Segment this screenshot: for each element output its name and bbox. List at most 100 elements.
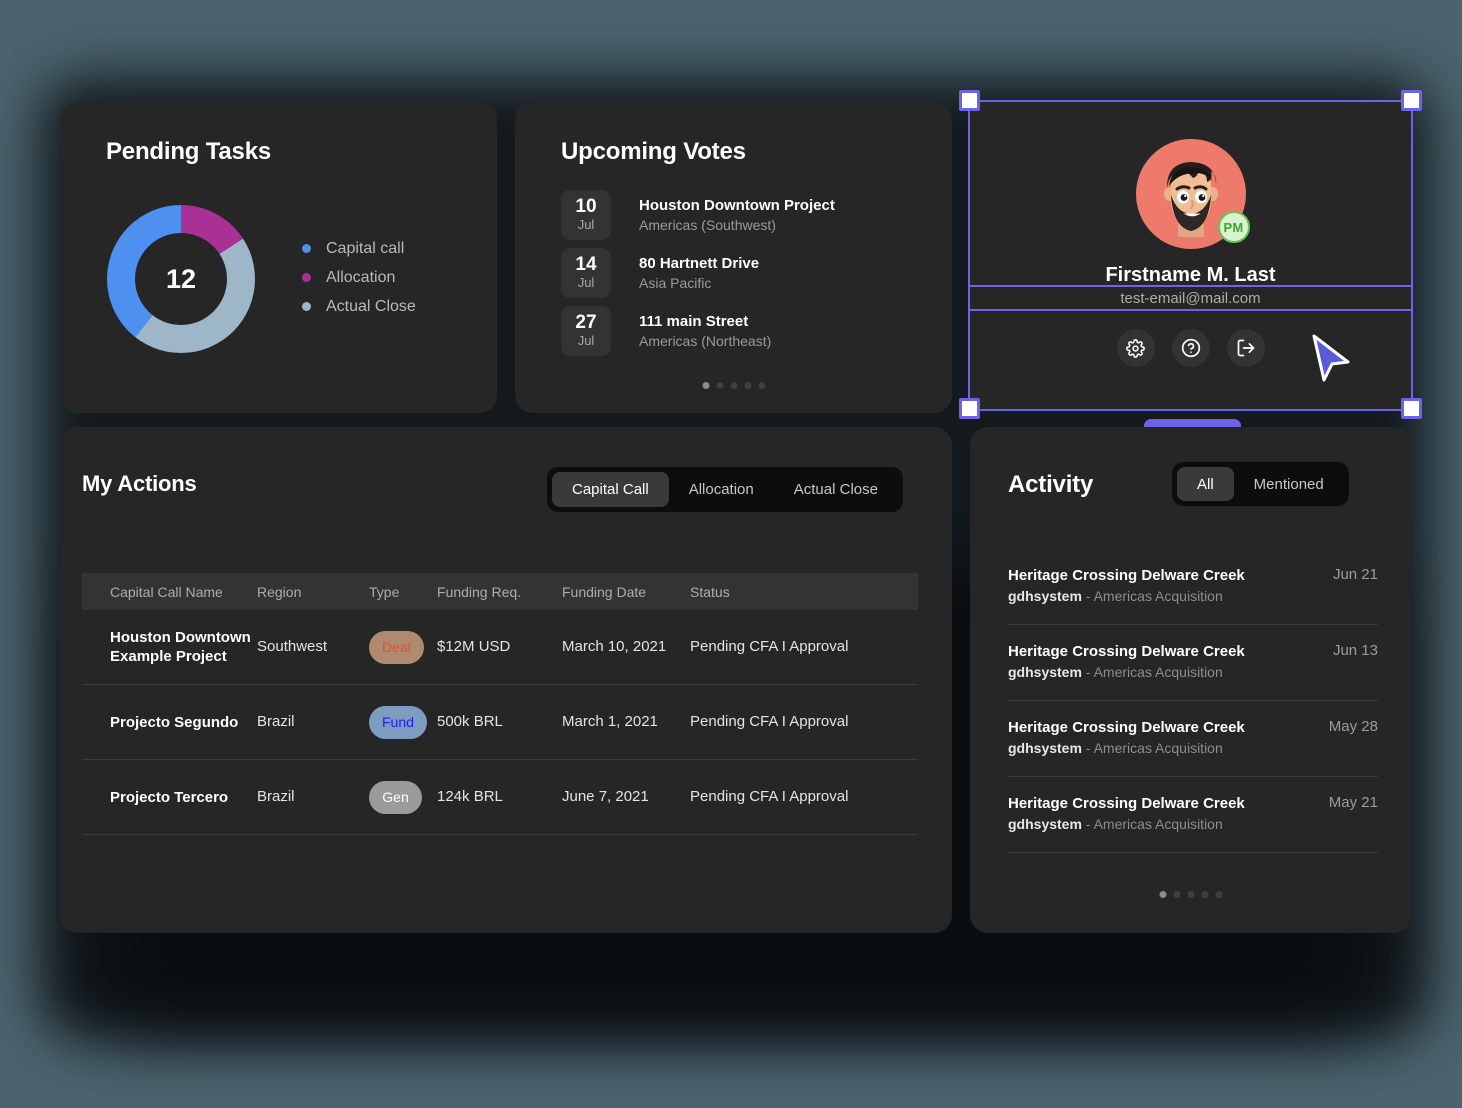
settings-button[interactable] (1117, 329, 1155, 367)
column-header: Capital Call Name (82, 584, 257, 600)
table-row[interactable]: Houston Downtown Example ProjectSouthwes… (82, 610, 918, 685)
activity-item-context: Americas Acquisition (1094, 816, 1223, 832)
vote-day: 27 (575, 313, 596, 333)
vote-subtitle: Asia Pacific (639, 274, 759, 293)
column-header: Type (369, 584, 437, 600)
pending-tasks-donut-chart: 12 (107, 205, 255, 353)
donut-center: 12 (135, 233, 227, 325)
upcoming-votes-list: 10Jul Houston Downtown ProjectAmericas (S… (561, 186, 911, 360)
selection-handle-bottom-left[interactable] (959, 398, 980, 419)
activity-item-date: May 28 (1329, 717, 1378, 735)
pager-dot[interactable] (1159, 891, 1166, 898)
my-actions-title: My Actions (82, 471, 197, 497)
activity-item-actor: gdhsystem (1008, 664, 1082, 680)
activity-text: Heritage Crossing Delware Creekgdhsystem… (1008, 793, 1245, 834)
vote-list-item[interactable]: 27Jul111 main StreetAmericas (Northeast) (561, 302, 911, 360)
column-header: Region (257, 584, 369, 600)
table-header-row: Capital Call NameRegionTypeFunding Req.F… (82, 573, 918, 610)
pager-dot[interactable] (758, 382, 765, 389)
column-header: Status (690, 584, 890, 600)
activity-item-actor: gdhsystem (1008, 740, 1082, 756)
cell-type-badge: Gen (369, 781, 422, 814)
pending-tasks-card: Pending Tasks 12 Capital call Allocation A… (60, 102, 497, 413)
legend-item: Actual Close (302, 292, 416, 321)
activity-item-date: May 21 (1329, 793, 1378, 811)
activity-item-date: Jun 21 (1333, 565, 1378, 583)
pager-dot[interactable] (702, 382, 709, 389)
activity-list: Heritage Crossing Delware Creekgdhsystem… (1008, 549, 1378, 853)
vote-text: Houston Downtown ProjectAmericas (Southw… (639, 196, 835, 235)
cell-funding-req: 500k BRL (437, 713, 503, 730)
cell-region: Brazil (257, 788, 295, 805)
legend-color-dot (302, 244, 311, 253)
activity-list-item[interactable]: Heritage Crossing Delware Creekgdhsystem… (1008, 625, 1378, 701)
cell-type-badge: Fund (369, 706, 427, 739)
cell-status: Pending CFA I Approval (690, 788, 848, 805)
pager-dot[interactable] (744, 382, 751, 389)
activity-text: Heritage Crossing Delware Creekgdhsystem… (1008, 565, 1245, 606)
pager-dot[interactable] (716, 382, 723, 389)
table-row[interactable]: Projecto SegundoBrazilFund500k BRLMarch … (82, 685, 918, 760)
pager-dot[interactable] (1215, 891, 1222, 898)
pager-dot[interactable] (1173, 891, 1180, 898)
legend-item: Allocation (302, 263, 416, 292)
cell-type-badge: Deal (369, 631, 424, 664)
pager-dot[interactable] (730, 382, 737, 389)
cell-funding-date: June 7, 2021 (562, 788, 649, 805)
activity-text: Heritage Crossing Delware Creekgdhsystem… (1008, 641, 1245, 682)
my-actions-card: My Actions Capital CallAllocationActual … (60, 427, 952, 933)
activity-list-item[interactable]: Heritage Crossing Delware Creekgdhsystem… (1008, 549, 1378, 625)
vote-list-item[interactable]: 14Jul80 Hartnett DriveAsia Pacific (561, 244, 911, 302)
vote-title: 80 Hartnett Drive (639, 254, 759, 274)
cell-funding-req: $12M USD (437, 638, 510, 655)
activity-tab-all[interactable]: All (1177, 467, 1234, 501)
vote-subtitle: Americas (Northeast) (639, 332, 771, 351)
pager-dot[interactable] (1187, 891, 1194, 898)
cell-capital-call-name: Projecto Segundo (110, 714, 238, 731)
cell-status: Pending CFA I Approval (690, 638, 848, 655)
logout-button[interactable] (1227, 329, 1265, 367)
legend-label: Allocation (326, 269, 395, 287)
selection-handle-bottom-right[interactable] (1401, 398, 1422, 419)
activity-tab-group: AllMentioned (1172, 462, 1349, 506)
column-header: Funding Req. (437, 584, 562, 600)
help-button[interactable] (1172, 329, 1210, 367)
activity-item-title: Heritage Crossing Delware Creek (1008, 793, 1245, 814)
profile-name: Firstname M. Last (970, 264, 1411, 287)
selection-handle-top-left[interactable] (959, 90, 980, 111)
vote-subtitle: Americas (Southwest) (639, 216, 835, 235)
tab-actual-close[interactable]: Actual Close (774, 472, 898, 507)
activity-tab-mentioned[interactable]: Mentioned (1234, 467, 1344, 501)
vote-date-chip: 10Jul (561, 190, 611, 240)
cell-funding-req: 124k BRL (437, 788, 503, 805)
activity-list-item[interactable]: Heritage Crossing Delware Creekgdhsystem… (1008, 777, 1378, 853)
legend-item: Capital call (302, 234, 416, 263)
activity-list-item[interactable]: Heritage Crossing Delware Creek gdhsystem… (1008, 701, 1378, 777)
upcoming-votes-title: Upcoming Votes (561, 138, 746, 166)
activity-item-date: Jun 13 (1333, 641, 1378, 659)
question-circle-icon (1181, 338, 1201, 358)
activity-item-title: Heritage Crossing Delware Creek (1008, 717, 1245, 738)
vote-title: Houston Downtown Project (639, 196, 835, 216)
vote-list-item[interactable]: 10Jul Houston Downtown ProjectAmericas (S… (561, 186, 911, 244)
pager-dot[interactable] (1201, 891, 1208, 898)
donut-legend: Capital call Allocation Actual Close (302, 234, 416, 321)
activity-pager[interactable] (1159, 891, 1222, 898)
tab-allocation[interactable]: Allocation (669, 472, 774, 507)
profile-email: test-email@mail.com (970, 290, 1411, 307)
table-row[interactable]: Projecto TerceroBrazilGen124k BRLJune 7,… (82, 760, 918, 835)
upcoming-votes-card: Upcoming Votes 10Jul Houston Downtown Pro… (515, 102, 952, 413)
activity-item-meta: gdhsystem - Americas Acquisition (1008, 662, 1245, 682)
legend-color-dot (302, 273, 311, 282)
legend-color-dot (302, 302, 311, 311)
vote-day: 14 (575, 255, 596, 275)
mouse-cursor-icon (1310, 334, 1354, 382)
upcoming-votes-pager[interactable] (702, 382, 765, 389)
selection-handle-top-right[interactable] (1401, 90, 1422, 111)
tab-capital-call[interactable]: Capital Call (552, 472, 669, 507)
activity-text: Heritage Crossing Delware Creek gdhsystem… (1008, 717, 1245, 758)
activity-item-meta: gdhsystem - Americas Acquisition (1008, 814, 1245, 834)
gear-icon (1126, 339, 1145, 358)
pending-tasks-title: Pending Tasks (106, 138, 271, 166)
cell-status: Pending CFA I Approval (690, 713, 848, 730)
